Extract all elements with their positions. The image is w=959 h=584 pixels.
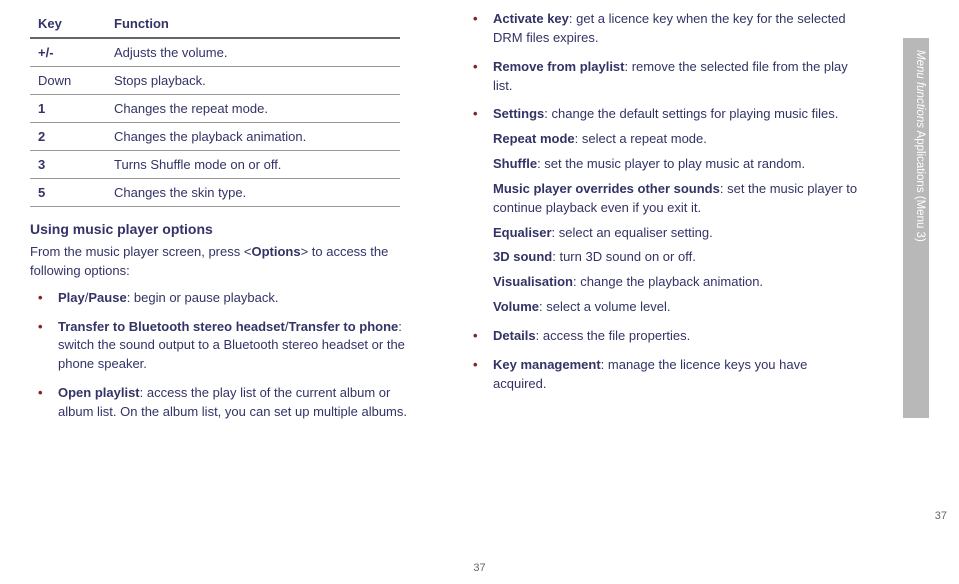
list-item: •Details: access the file properties.: [465, 327, 860, 346]
table-header-row: Key Function: [30, 10, 400, 38]
bullet-icon: •: [38, 318, 43, 337]
header-function: Function: [106, 10, 400, 38]
bullet-icon: •: [473, 105, 478, 124]
table-row: 1Changes the repeat mode.: [30, 95, 400, 123]
sub-item: Music player overrides other sounds: set…: [493, 180, 860, 218]
bullet-icon: •: [473, 327, 478, 346]
table-row: 3Turns Shuffle mode on or off.: [30, 151, 400, 179]
list-item: •Open playlist: access the play list of …: [30, 384, 425, 422]
bullet-icon: •: [473, 356, 478, 375]
list-item: •Settings: change the default settings f…: [465, 105, 860, 317]
sub-item: 3D sound: turn 3D sound on or off.: [493, 248, 860, 267]
side-tab-text: Menu functions Applications (Menu 3): [914, 50, 926, 242]
page-number-bottom: 37: [473, 562, 485, 574]
table-row: 5Changes the skin type.: [30, 179, 400, 207]
options-list-1: •Play/Pause: begin or pause playback. •T…: [30, 289, 425, 422]
options-list-2: •Activate key: get a licence key when th…: [465, 10, 860, 394]
page-number-side: 37: [935, 510, 947, 522]
list-item: •Remove from playlist: remove the select…: [465, 58, 860, 96]
left-column: Key Function +/-Adjusts the volume. Down…: [30, 10, 425, 432]
right-column: •Activate key: get a licence key when th…: [465, 10, 860, 404]
section-heading: Using music player options: [30, 221, 425, 237]
bullet-icon: •: [473, 58, 478, 77]
table-row: 2Changes the playback animation.: [30, 123, 400, 151]
list-item: •Play/Pause: begin or pause playback.: [30, 289, 425, 308]
sub-item: Equaliser: select an equaliser setting.: [493, 224, 860, 243]
sub-item: Shuffle: set the music player to play mu…: [493, 155, 860, 174]
list-item: •Transfer to Bluetooth stereo headset/Tr…: [30, 318, 425, 375]
list-item: •Key management: manage the licence keys…: [465, 356, 860, 394]
bullet-icon: •: [38, 384, 43, 403]
table-row: +/-Adjusts the volume.: [30, 38, 400, 67]
key-function-table: Key Function +/-Adjusts the volume. Down…: [30, 10, 400, 207]
sub-item: Visualisation: change the playback anima…: [493, 273, 860, 292]
list-item: •Activate key: get a licence key when th…: [465, 10, 860, 48]
header-key: Key: [30, 10, 106, 38]
bullet-icon: •: [473, 10, 478, 29]
bullet-icon: •: [38, 289, 43, 308]
sub-item: Volume: select a volume level.: [493, 298, 860, 317]
sub-item: Repeat mode: select a repeat mode.: [493, 130, 860, 149]
intro-text: From the music player screen, press <Opt…: [30, 243, 425, 281]
table-row: DownStops playback.: [30, 67, 400, 95]
